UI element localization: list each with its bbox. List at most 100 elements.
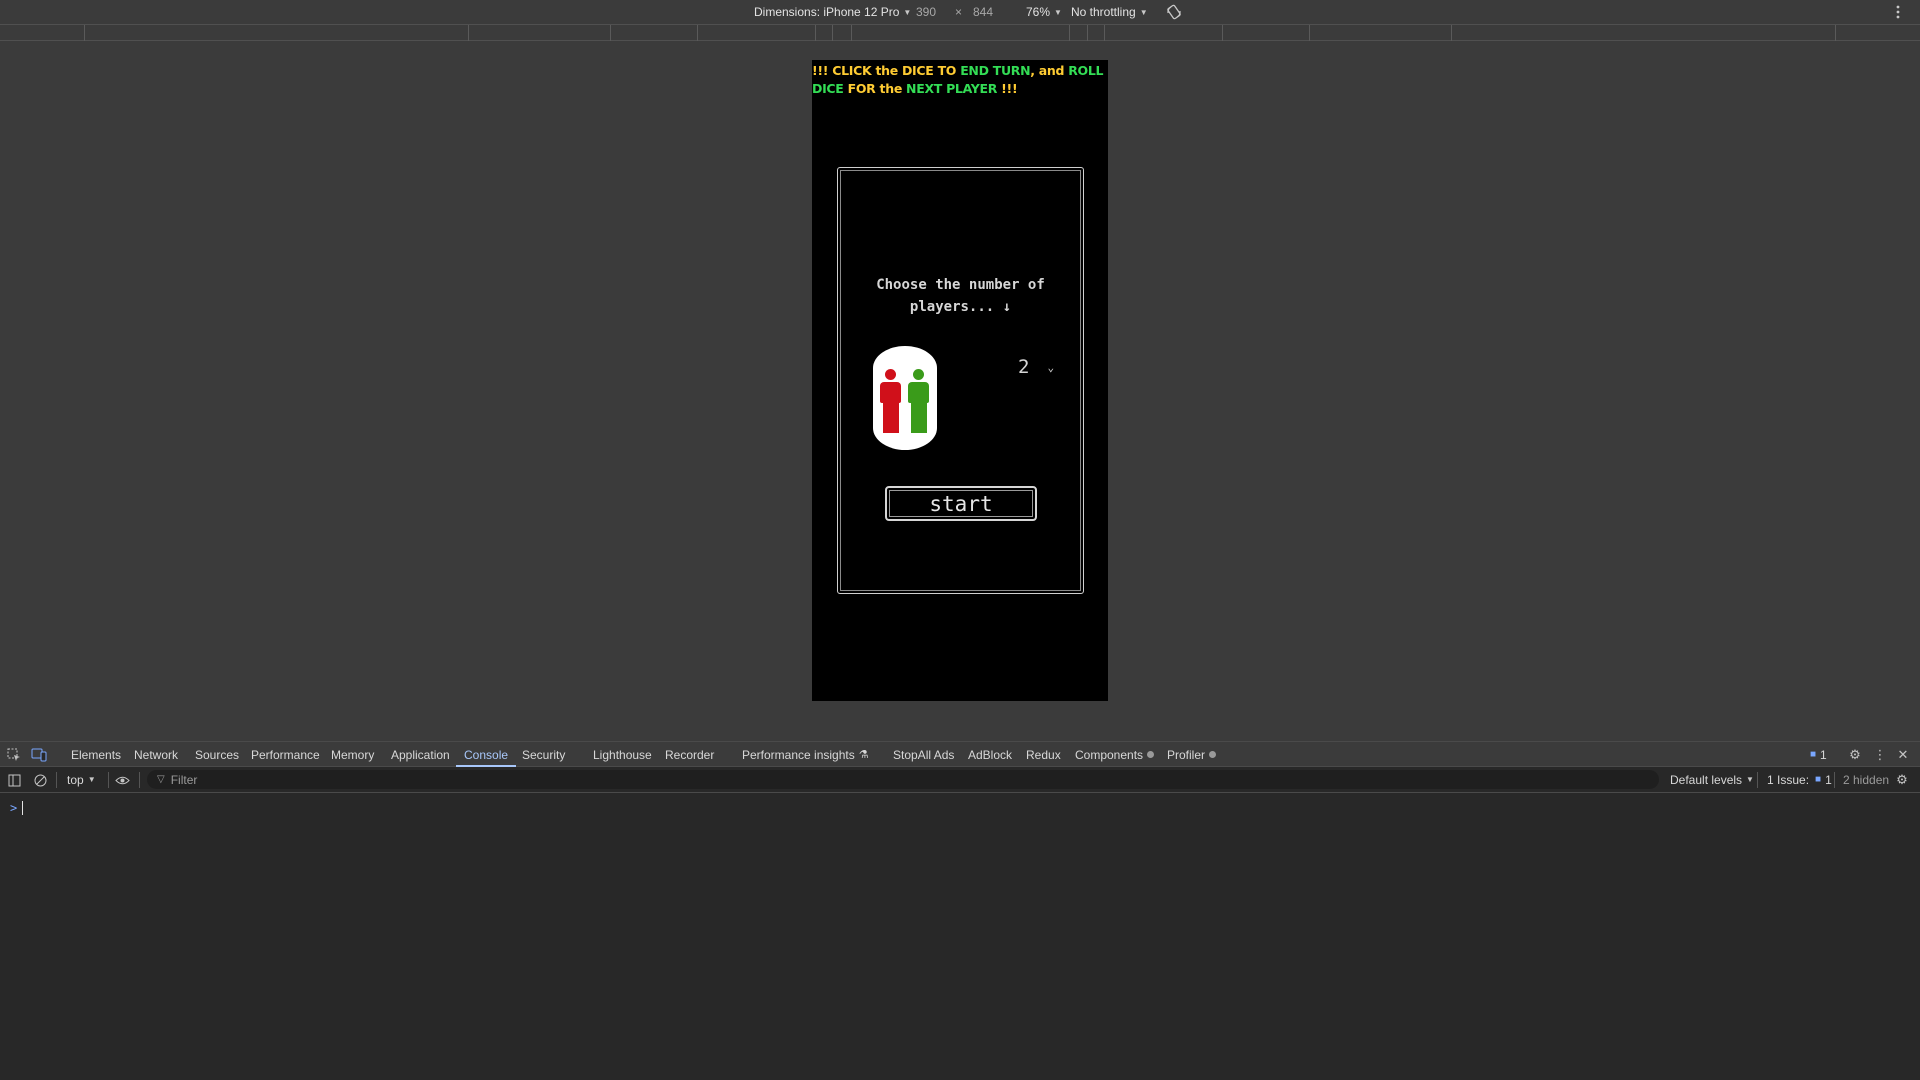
ruler-tick xyxy=(1222,25,1223,41)
player-count-select[interactable]: 2 ⌄ xyxy=(1018,356,1054,378)
divider xyxy=(1757,772,1758,788)
throttling-dropdown[interactable]: No throttling ▼ xyxy=(1071,0,1148,24)
kebab-menu-icon[interactable] xyxy=(1896,0,1900,24)
tab-performance-insights[interactable]: Performance insights ⚗ xyxy=(742,742,869,767)
media-query-ruler[interactable] xyxy=(0,24,1920,41)
tab-redux[interactable]: Redux xyxy=(1026,742,1061,767)
caret-down-icon: ▼ xyxy=(87,775,96,784)
tab-security[interactable]: Security xyxy=(522,742,565,767)
tab-label: Performance insights xyxy=(742,747,855,762)
ruler-tick xyxy=(84,25,85,41)
caret-down-icon: ▼ xyxy=(1139,7,1148,17)
banner-text: !!! CLICK the xyxy=(812,63,902,78)
divider xyxy=(56,772,57,788)
ruler-tick xyxy=(851,25,852,41)
choose-players-prompt: Choose the number of players... ↓ xyxy=(838,274,1083,318)
device-dimensions-dropdown[interactable]: Dimensions: iPhone 12 Pro ▼ xyxy=(754,0,911,24)
tab-application[interactable]: Application xyxy=(391,742,450,767)
emulated-page-viewport: !!! CLICK the DICE TO END TURN, and ROLL… xyxy=(812,60,1108,701)
zoom-label: 76% xyxy=(1026,5,1051,19)
tab-recorder[interactable]: Recorder xyxy=(665,742,714,767)
prompt-line: Choose the number of xyxy=(876,277,1045,293)
ruler-tick xyxy=(468,25,469,41)
caret-down-icon: ▼ xyxy=(1054,7,1062,17)
console-settings-gear-icon[interactable]: ⚙ xyxy=(1894,772,1910,788)
devtools-panel: Elements Network Sources Performance Mem… xyxy=(0,741,1920,1080)
tab-label: Components xyxy=(1075,747,1144,762)
banner-text: TO xyxy=(933,63,961,78)
ruler-tick xyxy=(1087,25,1088,41)
tab-console[interactable]: Console xyxy=(455,742,517,767)
banner-text: !!! xyxy=(997,81,1018,96)
issue-count: 1 xyxy=(1825,772,1832,787)
kebab-menu-icon[interactable]: ⋮ xyxy=(1872,747,1888,763)
default-levels-label: Default levels xyxy=(1670,772,1743,787)
ruler-tick xyxy=(832,25,833,41)
settings-gear-icon[interactable]: ⚙ xyxy=(1847,747,1863,763)
tab-adblock[interactable]: AdBlock xyxy=(968,742,1012,767)
ruler-tick xyxy=(1104,25,1105,41)
issues-link[interactable]: 1 Issue: ■ 1 xyxy=(1767,767,1832,792)
zoom-dropdown[interactable]: 76% ▼ xyxy=(1026,0,1062,24)
tab-memory[interactable]: Memory xyxy=(331,742,374,767)
ruler-tick xyxy=(1069,25,1070,41)
tab-profiler[interactable]: Profiler xyxy=(1167,742,1217,767)
banner-text: END TURN xyxy=(960,63,1031,78)
console-input-cursor[interactable] xyxy=(22,801,23,815)
issues-count: 1 xyxy=(1820,747,1827,762)
divider xyxy=(139,772,140,788)
filter-icon: ▽ xyxy=(157,774,165,785)
console-filter-input[interactable]: ▽ Filter xyxy=(147,770,1659,789)
instructions-banner: !!! CLICK the DICE TO END TURN, and ROLL… xyxy=(812,62,1108,98)
eye-icon[interactable] xyxy=(114,772,130,788)
console-toolbar: top ▼ ▽ Filter Default levels ▼ 1 Issue:… xyxy=(0,767,1920,793)
tab-stopall-ads[interactable]: StopAll Ads xyxy=(893,742,954,767)
context-selector[interactable]: top ▼ xyxy=(67,767,96,792)
tab-network[interactable]: Network xyxy=(134,742,178,767)
banner-text: FOR the xyxy=(843,81,907,96)
player-count-value: 2 xyxy=(1018,356,1030,378)
tab-components[interactable]: Components xyxy=(1075,742,1155,767)
close-icon[interactable]: ✕ xyxy=(1895,747,1911,763)
device-dimensions-label: Dimensions: iPhone 12 Pro xyxy=(754,5,900,19)
ruler-tick xyxy=(1309,25,1310,41)
divider xyxy=(108,772,109,788)
device-toggle-icon[interactable] xyxy=(31,747,47,763)
caret-down-icon: ▼ xyxy=(1746,775,1754,784)
rotate-icon[interactable] xyxy=(1166,0,1182,24)
banner-text: NEXT PLAYER xyxy=(906,81,998,96)
clear-console-icon[interactable] xyxy=(32,772,48,788)
console-prompt-chevron-icon: > xyxy=(10,801,18,815)
default-levels-dropdown[interactable]: Default levels ▼ xyxy=(1670,767,1754,792)
banner-text: DICE xyxy=(901,63,934,78)
devtools-tab-bar: Elements Network Sources Performance Mem… xyxy=(0,741,1920,767)
ruler-tick xyxy=(1451,25,1452,41)
ruler-tick xyxy=(1835,25,1836,41)
ruler-tick xyxy=(697,25,698,41)
tab-sources[interactable]: Sources xyxy=(195,742,239,767)
message-icon: ■ xyxy=(1815,774,1822,785)
start-button[interactable]: start xyxy=(885,486,1037,521)
caret-down-icon: ▼ xyxy=(903,7,912,17)
issue-label: 1 Issue: xyxy=(1767,772,1810,787)
flask-icon: ⚗ xyxy=(858,749,869,761)
dimension-times-label: × xyxy=(955,5,963,19)
status-dot-icon xyxy=(1147,751,1155,758)
throttling-label: No throttling xyxy=(1071,5,1136,19)
tab-elements[interactable]: Elements xyxy=(71,742,121,767)
banner-text: , and xyxy=(1030,63,1069,78)
device-height-input[interactable]: 844 xyxy=(973,0,993,24)
filter-placeholder: Filter xyxy=(170,772,198,787)
device-width-input[interactable]: 390 xyxy=(916,0,936,24)
players-icon xyxy=(873,346,937,450)
issues-counter[interactable]: ■ 1 xyxy=(1810,742,1827,767)
sidebar-toggle-icon[interactable] xyxy=(6,772,22,788)
tab-lighthouse[interactable]: Lighthouse xyxy=(593,742,652,767)
chevron-down-icon: ⌄ xyxy=(1047,360,1055,374)
status-dot-icon xyxy=(1209,751,1217,758)
player-setup-panel: Choose the number of players... ↓ 2 ⌄ st… xyxy=(837,167,1084,594)
inspect-element-icon[interactable] xyxy=(6,747,22,763)
tab-performance[interactable]: Performance xyxy=(251,742,320,767)
ruler-tick xyxy=(610,25,611,41)
prompt-line: players... ↓ xyxy=(909,299,1012,315)
